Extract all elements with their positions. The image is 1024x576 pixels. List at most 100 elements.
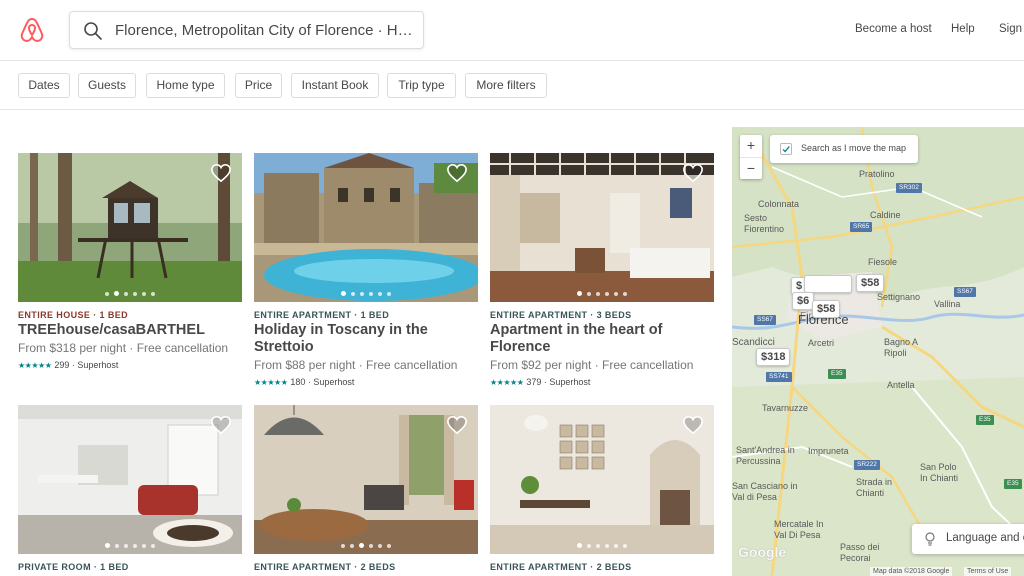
listing-rating: ★★★★★ 379 · Superhost: [490, 377, 591, 387]
map-place-label: Colonnata: [758, 199, 800, 209]
terms-of-use-link[interactable]: Terms of Use: [964, 567, 1012, 576]
filter-home-type-button[interactable]: Home type: [146, 73, 225, 98]
listing-photo[interactable]: [254, 153, 478, 302]
photo-carousel-dots[interactable]: [490, 543, 714, 548]
listings-map[interactable]: + − Search as I move the map Pratolino C…: [732, 127, 1024, 576]
zoom-in-button[interactable]: +: [740, 135, 762, 157]
treehouse-photo: [18, 153, 242, 302]
listing-type: ENTIRE APARTMENT · 2 BEDS: [490, 562, 632, 572]
map-place-label: Vallina: [934, 299, 961, 309]
photo-carousel-dots[interactable]: [18, 291, 242, 296]
photo-carousel-dots[interactable]: [254, 291, 478, 296]
filter-dates-button[interactable]: Dates: [18, 73, 70, 98]
road-shield: SS67: [954, 287, 976, 297]
become-host-link[interactable]: Become a host: [855, 23, 932, 35]
photo-carousel-dots[interactable]: [18, 543, 242, 548]
listing-title[interactable]: TREEhouse/casaBARTHEL: [18, 322, 242, 339]
listing-photo[interactable]: [490, 405, 714, 554]
map-place-label: Tavarnuzze: [762, 403, 809, 413]
photo-carousel-dots[interactable]: [490, 291, 714, 296]
filter-instant-book-button[interactable]: Instant Book: [291, 73, 379, 98]
map-place-label: Mercatale In Val Di Pesa: [774, 519, 824, 540]
filter-price-button[interactable]: Price: [235, 73, 282, 98]
apartment-interior-photo: [490, 153, 714, 302]
dining-room-photo: [254, 405, 478, 554]
location-search-input[interactable]: Florence, Metropolitan City of Florence …: [69, 11, 424, 49]
map-zoom-control: + −: [740, 135, 762, 179]
listing-type: ENTIRE APARTMENT · 2 BEDS: [254, 562, 396, 572]
map-place-label: Impruneta: [808, 446, 849, 456]
filter-guests-button[interactable]: Guests: [78, 73, 136, 98]
language-currency-label: Language and currency: [946, 532, 1024, 544]
listing-card[interactable]: PRIVATE ROOM · 1 BED: [18, 405, 242, 576]
save-heart-icon[interactable]: [682, 415, 704, 435]
save-heart-icon[interactable]: [446, 415, 468, 435]
sign-up-link[interactable]: Sign up: [999, 23, 1024, 35]
save-heart-icon[interactable]: [210, 415, 232, 435]
listing-card[interactable]: ENTIRE APARTMENT · 2 BEDS: [490, 405, 714, 576]
listing-card[interactable]: ENTIRE APARTMENT · 1 BED Holiday in Tosc…: [254, 153, 478, 393]
road-shield: E35: [976, 415, 994, 425]
header: Florence, Metropolitan City of Florence …: [0, 0, 1024, 61]
listing-price: From $318 per night · Free cancellation: [18, 341, 229, 355]
listing-type: ENTIRE APARTMENT · 1 BED: [254, 310, 390, 320]
map-place-label: Bagno A Ripoli: [884, 337, 918, 358]
listing-type: PRIVATE ROOM · 1 BED: [18, 562, 129, 572]
map-place-label: Sant'Andrea in Percussina: [736, 445, 795, 466]
map-price-pin[interactable]: $318: [756, 348, 791, 366]
listing-rating: ★★★★★ 180 · Superhost: [254, 377, 355, 387]
airbnb-logo-icon[interactable]: [18, 16, 46, 44]
map-place-label: Antella: [887, 380, 915, 390]
listing-photo[interactable]: [18, 153, 242, 302]
road-shield: SS741: [766, 372, 792, 382]
listing-photo[interactable]: [254, 405, 478, 554]
lightbulb-icon: [925, 532, 935, 546]
map-price-pin-cluster[interactable]: [804, 275, 852, 293]
villa-pool-photo: [254, 153, 478, 302]
map-place-label: Settignano: [877, 292, 921, 302]
road-shield: E35: [1004, 479, 1022, 489]
listing-rating: ★★★★★ 299 · Superhost: [18, 360, 119, 370]
google-logo: Google: [738, 544, 787, 560]
map-place-label: Fiesole: [868, 257, 898, 267]
search-as-move-label: Search as I move the map: [801, 143, 907, 153]
checkbox-check-icon[interactable]: [780, 143, 792, 155]
map-place-label: San Polo In Chianti: [920, 462, 959, 483]
photo-carousel-dots[interactable]: [254, 543, 478, 548]
listing-title[interactable]: Holiday in Toscany in the Strettoio: [254, 322, 478, 356]
map-place-label: Strada in Chianti: [856, 477, 893, 498]
save-heart-icon[interactable]: [210, 163, 232, 183]
listing-title[interactable]: Apartment in the heart of Florence: [490, 322, 714, 356]
listing-photo[interactable]: [490, 153, 714, 302]
road-shield: SR302: [896, 183, 922, 193]
map-price-pin[interactable]: $58: [812, 300, 841, 318]
filter-bar: Dates Guests Home type Price Instant Boo…: [0, 61, 1024, 110]
search-as-move-toggle[interactable]: Search as I move the map: [770, 135, 918, 163]
listing-photo[interactable]: [18, 405, 242, 554]
more-filters-button[interactable]: More filters: [465, 73, 547, 98]
rating-stars-icon: ★★★★★: [490, 378, 524, 387]
listing-card[interactable]: ENTIRE HOUSE · 1 BED TREEhouse/casaBARTH…: [18, 153, 242, 383]
language-currency-button[interactable]: Language and currency: [912, 524, 1024, 554]
hallway-photo: [490, 405, 714, 554]
map-price-pin[interactable]: $6: [792, 292, 815, 310]
search-value[interactable]: Florence, Metropolitan City of Florence …: [115, 22, 415, 39]
living-room-photo: [18, 405, 242, 554]
map-place-label: Arcetri: [808, 338, 835, 348]
map-place-label: Sesto Fiorentino: [744, 213, 785, 234]
listing-card[interactable]: ENTIRE APARTMENT · 2 BEDS: [254, 405, 478, 576]
map-price-pin[interactable]: $58: [856, 274, 885, 292]
listing-card[interactable]: ENTIRE APARTMENT · 3 BEDS Apartment in t…: [490, 153, 714, 393]
save-heart-icon[interactable]: [446, 163, 468, 183]
zoom-out-button[interactable]: −: [740, 157, 762, 179]
help-link[interactable]: Help: [951, 23, 975, 35]
map-place-label: Passo dei Pecorai: [840, 542, 880, 563]
map-place-label: Caldine: [870, 210, 901, 220]
map-place-label: San Casciano in Val di Pesa: [732, 481, 798, 502]
road-shield: SR222: [854, 460, 880, 470]
map-data-attribution: Map data ©2018 Google: [870, 567, 953, 576]
save-heart-icon[interactable]: [682, 163, 704, 183]
rating-stars-icon: ★★★★★: [18, 361, 52, 370]
filter-trip-type-button[interactable]: Trip type: [387, 73, 456, 98]
listing-price: From $92 per night · Free cancellation: [490, 358, 694, 372]
